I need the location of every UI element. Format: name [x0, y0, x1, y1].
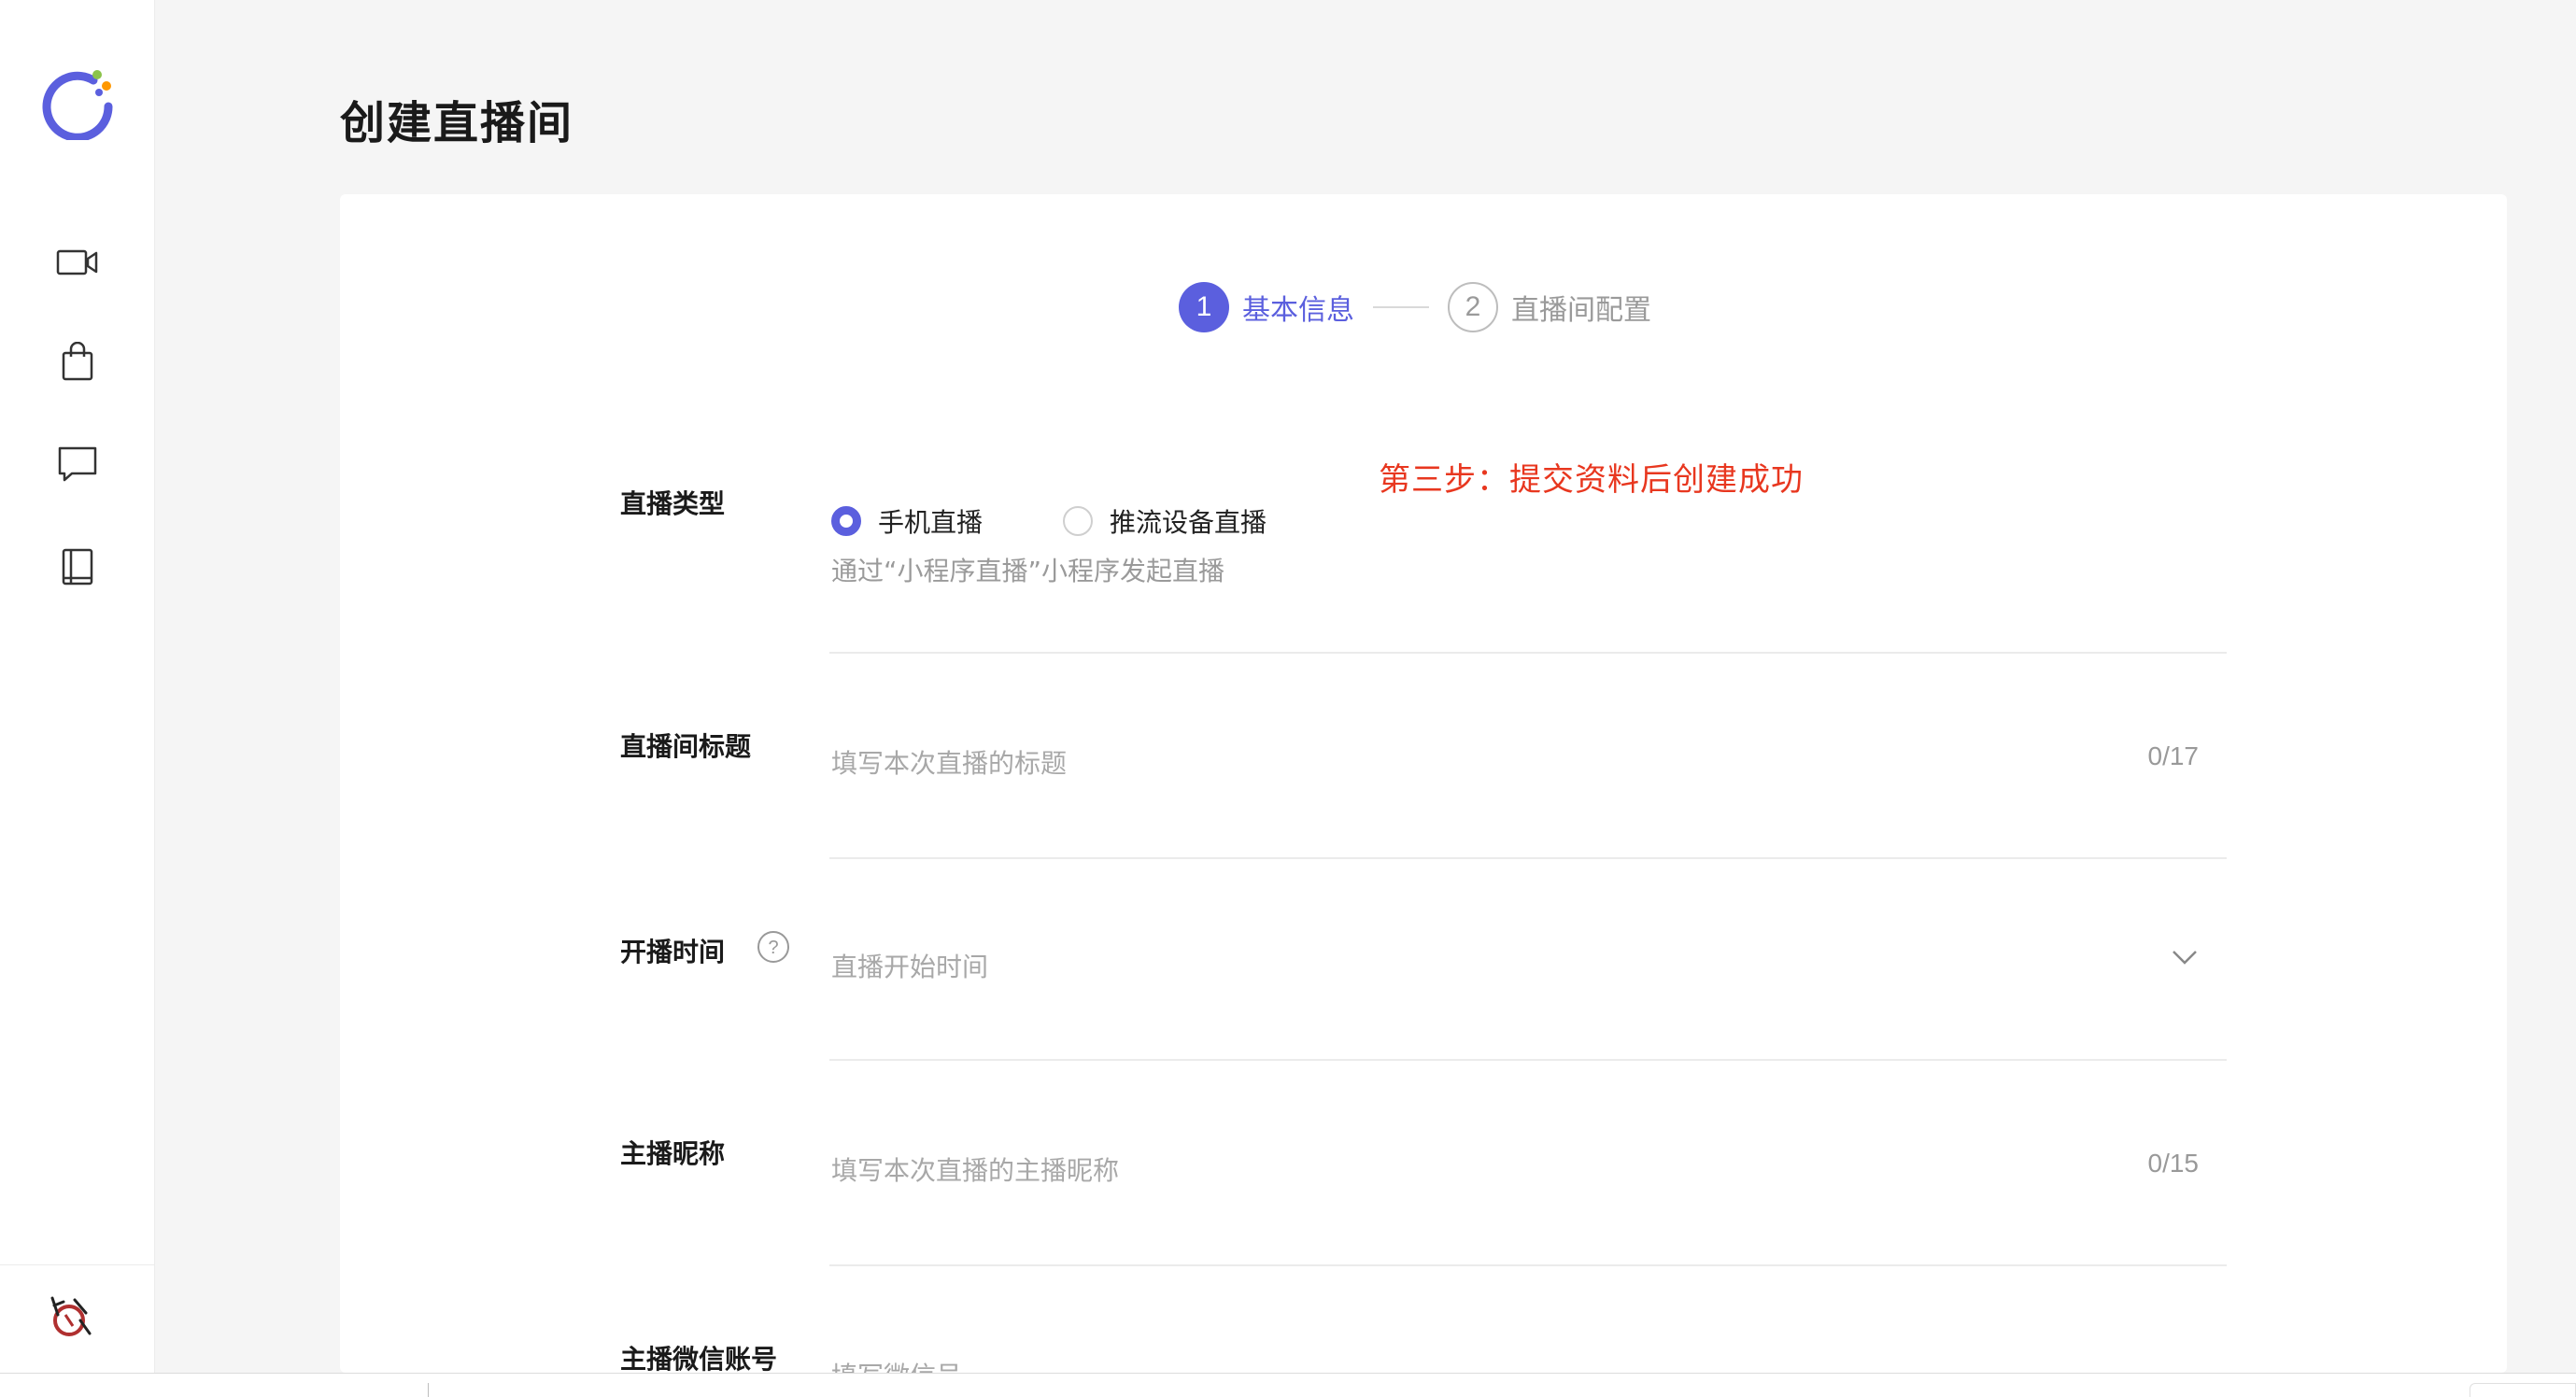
app-logo[interactable] — [39, 64, 116, 142]
sidebar-item-live[interactable] — [52, 239, 103, 289]
field-divider — [829, 857, 2227, 859]
live-type-label: 直播类型 — [620, 488, 726, 519]
page-title: 创建直播间 — [340, 97, 574, 149]
room-title-counter: 0/17 — [2147, 741, 2200, 770]
radio-mobile-live-label: 手机直播 — [878, 507, 984, 538]
anchor-nickname-counter: 0/15 — [2147, 1149, 2200, 1178]
step-1-label: 基本信息 — [1242, 294, 1354, 327]
question-mark-icon[interactable]: ? — [757, 930, 790, 964]
radio-mobile-live[interactable]: 手机直播 — [831, 502, 983, 540]
svg-text:?: ? — [768, 938, 778, 958]
anchor-wechat-input[interactable]: 填写微信号 — [831, 1356, 962, 1373]
radio-device-live[interactable]: 推流设备直播 — [1063, 502, 1267, 540]
bottom-bar — [0, 1373, 2576, 1397]
sidebar-item-docs[interactable] — [52, 543, 103, 594]
shopping-bag-icon — [61, 341, 94, 385]
field-divider — [829, 1264, 2227, 1266]
annotation-text: 第三步：提交资料后创建成功 — [1379, 461, 1804, 499]
radio-checked-icon — [831, 506, 861, 536]
room-title-label: 直播间标题 — [620, 731, 752, 762]
video-camera-icon — [56, 248, 99, 280]
anchor-nickname-label: 主播昵称 — [620, 1138, 726, 1169]
step-2-number: 2 — [1448, 282, 1498, 332]
step-2-label: 直播间配置 — [1511, 294, 1651, 327]
sidebar-item-goods[interactable] — [52, 338, 103, 388]
sidebar — [0, 0, 155, 1373]
start-time-select[interactable]: 直播开始时间 — [831, 947, 988, 984]
form-card: 1 基本信息 2 直播间配置 第三步：提交资料后创建成功 直播类型 手机直播 推… — [340, 194, 2507, 1373]
field-divider — [829, 1059, 2227, 1061]
message-icon — [57, 445, 98, 487]
field-divider — [829, 652, 2227, 654]
stepper: 1 基本信息 2 直播间配置 — [1179, 280, 1651, 334]
bottom-divider — [428, 1383, 429, 1397]
start-time-label: 开播时间 — [620, 937, 726, 967]
radio-device-live-label: 推流设备直播 — [1110, 507, 1267, 538]
sidebar-item-messages[interactable] — [52, 441, 103, 491]
radio-unchecked-icon — [1063, 506, 1093, 536]
room-title-input[interactable]: 填写本次直播的标题 — [831, 743, 1067, 781]
step-1-number: 1 — [1179, 282, 1229, 332]
step-connector — [1373, 306, 1429, 308]
live-type-hint: 通过“小程序直播”小程序发起直播 — [831, 556, 1225, 586]
anchor-nickname-input[interactable]: 填写本次直播的主播昵称 — [831, 1150, 1119, 1188]
chevron-down-icon[interactable] — [2171, 947, 2199, 967]
user-avatar[interactable] — [45, 1292, 93, 1341]
bottom-panel-edge — [2470, 1383, 2576, 1397]
anchor-wechat-label: 主播微信账号 — [620, 1344, 778, 1373]
sidebar-divider — [0, 1264, 155, 1265]
book-icon — [61, 547, 94, 590]
